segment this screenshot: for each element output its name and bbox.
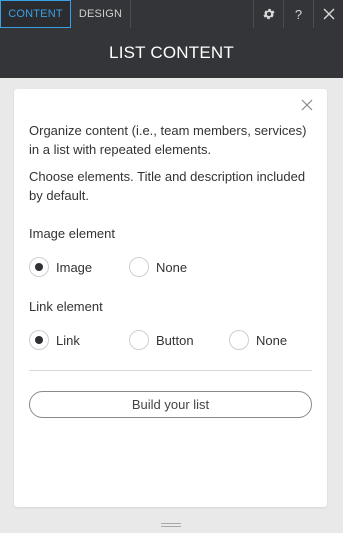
radio-link-none[interactable]: None — [229, 328, 287, 352]
radio-selected-dot — [35, 263, 43, 271]
close-panel-button[interactable] — [313, 0, 343, 28]
grip-line — [161, 523, 181, 524]
description-intro: Organize content (i.e., team members, se… — [29, 123, 307, 157]
radio-link[interactable]: Link — [29, 328, 80, 352]
link-element-options: Link Button None — [29, 328, 327, 352]
radio-circle[interactable] — [29, 257, 49, 277]
close-icon — [323, 8, 334, 20]
image-element-options: Image None — [29, 255, 327, 279]
radio-selected-dot — [35, 336, 43, 344]
close-icon[interactable] — [301, 99, 313, 111]
link-element-label: Link element — [29, 299, 103, 314]
radio-label: Link — [56, 332, 80, 348]
help-icon: ? — [294, 6, 303, 22]
radio-label: Image — [56, 259, 93, 275]
help-button[interactable]: ? — [283, 0, 313, 28]
settings-button[interactable] — [253, 0, 283, 28]
build-list-button[interactable]: Build your list — [29, 391, 312, 418]
radio-image-none[interactable]: None — [129, 255, 187, 279]
divider — [29, 370, 312, 371]
radio-label: None — [156, 259, 188, 275]
image-element-label: Image element — [29, 226, 115, 241]
grip-line — [161, 526, 181, 527]
panel-header: LIST CONTENT — [0, 28, 343, 78]
radio-circle[interactable] — [229, 330, 249, 350]
resize-handle[interactable] — [161, 523, 181, 528]
page-title: LIST CONTENT — [109, 43, 234, 62]
list-content-card: Organize content (i.e., team members, se… — [14, 89, 327, 507]
radio-label: Button — [156, 332, 194, 348]
tab-design[interactable]: DESIGN — [71, 0, 131, 28]
description-choose: Choose elements. Title and description i… — [29, 169, 306, 203]
radio-circle[interactable] — [29, 330, 49, 350]
radio-circle[interactable] — [129, 257, 149, 277]
radio-circle[interactable] — [129, 330, 149, 350]
top-toolbar: CONTENT DESIGN ? — [0, 0, 343, 28]
tab-content[interactable]: CONTENT — [0, 0, 71, 28]
radio-button[interactable]: Button — [129, 328, 194, 352]
radio-label: None — [256, 332, 288, 348]
gear-icon — [262, 8, 275, 20]
radio-image[interactable]: Image — [29, 255, 92, 279]
